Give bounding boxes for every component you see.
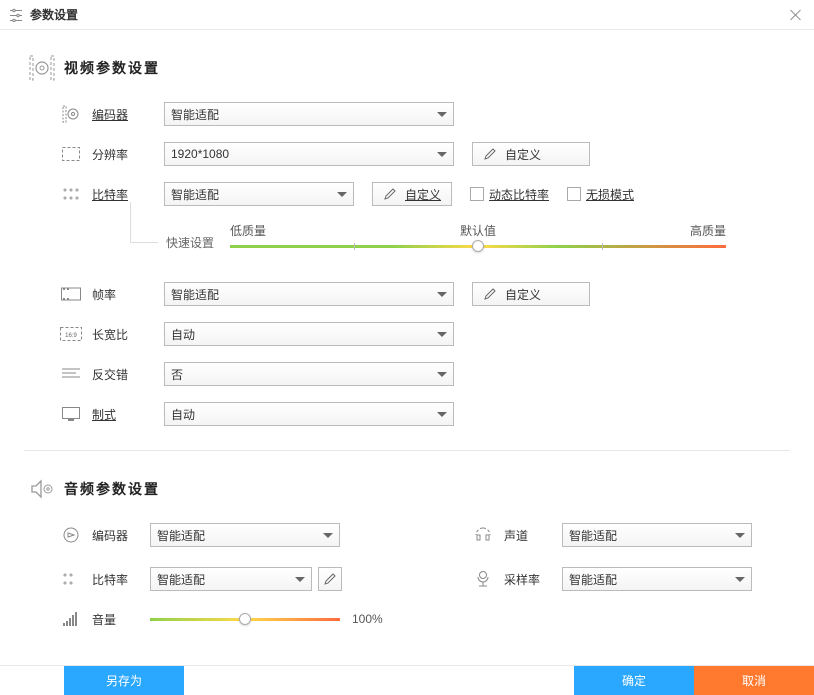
video-fps-custom-button[interactable]: 自定义 bbox=[472, 282, 590, 306]
chevron-down-icon bbox=[337, 192, 347, 197]
encoder-icon bbox=[60, 103, 82, 125]
cancel-button[interactable]: 取消 bbox=[694, 666, 814, 695]
slider-thumb[interactable] bbox=[239, 613, 251, 625]
fps-icon bbox=[60, 283, 82, 305]
aspect-icon: 16:9 bbox=[60, 323, 82, 345]
audio-bitrate-dropdown[interactable]: 智能适配 bbox=[150, 567, 312, 591]
video-section-header: 视频参数设置 bbox=[24, 30, 790, 92]
chevron-down-icon bbox=[295, 577, 305, 582]
video-aspect-label: 长宽比 bbox=[92, 326, 164, 343]
video-bitrate-label: 比特率 bbox=[92, 186, 164, 203]
samplerate-icon bbox=[472, 568, 494, 590]
video-resolution-custom-button[interactable]: 自定义 bbox=[472, 142, 590, 166]
chevron-down-icon bbox=[437, 152, 447, 157]
channel-icon bbox=[472, 524, 494, 546]
video-standard-label: 制式 bbox=[92, 406, 164, 423]
video-fps-dropdown[interactable]: 智能适配 bbox=[164, 282, 454, 306]
chevron-down-icon bbox=[437, 412, 447, 417]
audio-bitrate-label: 比特率 bbox=[92, 571, 150, 588]
saveas-button[interactable]: 另存为 bbox=[64, 666, 184, 695]
quality-low-label: 低质量 bbox=[230, 222, 266, 239]
audio-channel-dropdown[interactable]: 智能适配 bbox=[562, 523, 752, 547]
speaker-gear-icon bbox=[28, 475, 56, 503]
audio-encoder-label: 编码器 bbox=[92, 527, 150, 544]
bitrate-icon bbox=[60, 183, 82, 205]
audio-samplerate-label: 采样率 bbox=[504, 571, 562, 588]
connector-line bbox=[130, 242, 158, 243]
video-resolution-label: 分辨率 bbox=[92, 146, 164, 163]
pencil-icon bbox=[483, 147, 497, 161]
video-section-title: 视频参数设置 bbox=[64, 58, 160, 78]
quality-slider[interactable]: 低质量 默认值 高质量 bbox=[230, 222, 726, 262]
slider-thumb[interactable] bbox=[472, 240, 484, 252]
audio-encoder-icon bbox=[60, 524, 82, 546]
audio-channel-label: 声道 bbox=[504, 527, 562, 544]
chevron-down-icon bbox=[735, 577, 745, 582]
video-encoder-dropdown[interactable]: 智能适配 bbox=[164, 102, 454, 126]
pencil-icon bbox=[483, 287, 497, 301]
titlebar: 参数设置 bbox=[0, 0, 814, 30]
audio-bitrate-edit-button[interactable] bbox=[318, 567, 342, 591]
chevron-down-icon bbox=[437, 112, 447, 117]
volume-slider[interactable] bbox=[150, 618, 340, 621]
audio-section-header: 音频参数设置 bbox=[24, 451, 790, 513]
chevron-down-icon bbox=[323, 533, 333, 538]
chevron-down-icon bbox=[735, 533, 745, 538]
quick-settings-label: 快速设置 bbox=[166, 234, 214, 251]
video-bitrate-dropdown[interactable]: 智能适配 bbox=[164, 182, 354, 206]
close-button[interactable] bbox=[788, 7, 804, 23]
video-deinterlace-dropdown[interactable]: 否 bbox=[164, 362, 454, 386]
ok-button[interactable]: 确定 bbox=[574, 666, 694, 695]
resolution-icon bbox=[60, 143, 82, 165]
video-aspect-dropdown[interactable]: 自动 bbox=[164, 322, 454, 346]
pencil-icon bbox=[383, 187, 397, 201]
checkbox-box bbox=[567, 187, 581, 201]
chevron-down-icon bbox=[437, 292, 447, 297]
video-bitrate-custom-button[interactable]: 自定义 bbox=[372, 182, 452, 206]
video-deinterlace-label: 反交错 bbox=[92, 366, 164, 383]
dynamic-bitrate-checkbox[interactable]: 动态比特率 bbox=[470, 186, 549, 203]
window-title: 参数设置 bbox=[30, 6, 78, 23]
audio-encoder-dropdown[interactable]: 智能适配 bbox=[150, 523, 340, 547]
checkbox-box bbox=[470, 187, 484, 201]
svg-text:16:9: 16:9 bbox=[65, 333, 77, 339]
lossless-checkbox[interactable]: 无损模式 bbox=[567, 186, 634, 203]
connector-line bbox=[130, 202, 131, 242]
settings-icon bbox=[8, 7, 24, 23]
film-gear-icon bbox=[28, 54, 56, 82]
audio-bitrate-icon bbox=[60, 568, 82, 590]
quality-default-label: 默认值 bbox=[460, 222, 496, 239]
audio-samplerate-dropdown[interactable]: 智能适配 bbox=[562, 567, 752, 591]
audio-volume-label: 音量 bbox=[92, 611, 150, 628]
chevron-down-icon bbox=[437, 332, 447, 337]
deinterlace-icon bbox=[60, 363, 82, 385]
audio-section-title: 音频参数设置 bbox=[64, 479, 160, 499]
volume-icon bbox=[60, 608, 82, 630]
video-encoder-label: 编码器 bbox=[92, 106, 164, 123]
quality-high-label: 高质量 bbox=[690, 222, 726, 239]
standard-icon bbox=[60, 403, 82, 425]
video-resolution-dropdown[interactable]: 1920*1080 bbox=[164, 142, 454, 166]
footer: 另存为 确定 取消 bbox=[0, 665, 814, 695]
volume-value: 100% bbox=[352, 612, 383, 626]
chevron-down-icon bbox=[437, 372, 447, 377]
video-standard-dropdown[interactable]: 自动 bbox=[164, 402, 454, 426]
video-fps-label: 帧率 bbox=[92, 286, 164, 303]
